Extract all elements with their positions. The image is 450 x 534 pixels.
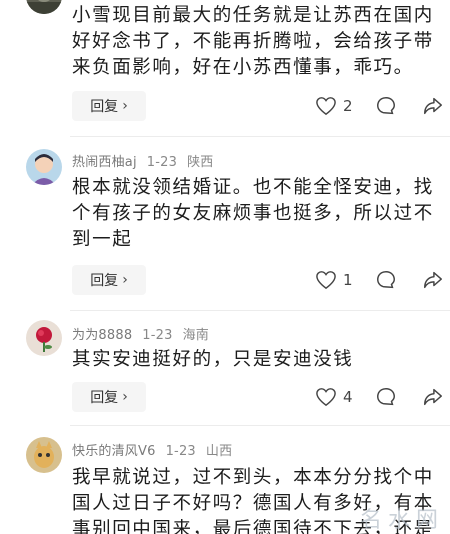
comment-text: 小雪现目前最大的任务就是让苏西在国内好好念书了，不能再折腾啦，会给孩子带来负面影… <box>72 5 434 78</box>
comment-item: 为为8888 1-23 海南 其实安迪挺好的，只是安迪没钱 回复 › 4 <box>0 311 450 431</box>
reply-label: 回复 <box>90 390 119 406</box>
comment-item: 热闹西柚aj 1-23 陕西 根本就没领结婚证。也不能全怪安迪，找个有孩子的女友麻烦… <box>0 137 450 317</box>
comment-button[interactable] <box>375 382 397 412</box>
share-arrow-icon <box>422 95 444 117</box>
like-count: 4 <box>343 388 353 406</box>
reply-button[interactable]: 回复 › <box>72 91 146 121</box>
avatar[interactable] <box>26 437 62 473</box>
chevron-right-icon: › <box>122 98 128 114</box>
comment-meta: 热闹西柚aj 1-23 陕西 <box>72 151 214 170</box>
watermark: 名水网 <box>359 508 444 533</box>
avatar[interactable] <box>26 149 62 185</box>
share-arrow-icon <box>422 386 444 408</box>
avatar[interactable] <box>26 320 62 356</box>
comment-location: 海南 <box>182 328 210 343</box>
username[interactable]: 热闹西柚aj <box>72 155 137 170</box>
heart-icon <box>315 270 337 290</box>
comment-meta: 为为8888 1-23 海南 <box>72 324 209 343</box>
like-button[interactable]: 2 <box>315 91 353 121</box>
comment-bubble-icon <box>375 386 397 408</box>
reply-button[interactable]: 回复 › <box>72 265 146 295</box>
like-button[interactable]: 4 <box>315 382 353 412</box>
reply-button[interactable]: 回复 › <box>72 382 146 412</box>
comment-meta: 快乐的清风V6 1-23 山西 <box>72 440 232 459</box>
heart-icon <box>315 387 337 407</box>
comment-date: 1-23 <box>142 328 173 343</box>
comment-location: 山西 <box>205 444 233 459</box>
chevron-right-icon: › <box>122 389 128 405</box>
comment-location: 陕西 <box>187 155 214 170</box>
share-button[interactable] <box>422 265 444 295</box>
heart-icon <box>315 96 337 116</box>
reply-label: 回复 <box>90 273 119 289</box>
comment-bubble-icon <box>375 95 397 117</box>
comment-date: 1-23 <box>165 444 196 459</box>
comment-date: 1-23 <box>146 155 178 170</box>
username[interactable]: 快乐的清风V6 <box>72 444 156 459</box>
chevron-right-icon: › <box>122 272 128 288</box>
share-button[interactable] <box>422 91 444 121</box>
comment-actions: 2 <box>300 91 450 121</box>
comment-bubble-icon <box>375 269 397 291</box>
comment-text: 其实安迪挺好的，只是安迪没钱 <box>72 349 354 370</box>
like-count: 2 <box>343 97 353 115</box>
comment-actions: 1 <box>300 265 450 295</box>
share-arrow-icon <box>422 269 444 291</box>
share-button[interactable] <box>422 382 444 412</box>
comment-button[interactable] <box>375 265 397 295</box>
username[interactable]: 为为8888 <box>72 328 132 343</box>
comment-button[interactable] <box>375 91 397 121</box>
comment-text: 根本就没领结婚证。也不能全怪安迪，找个有孩子的女友麻烦事也挺多，所以过不到一起 <box>72 177 434 250</box>
like-count: 1 <box>343 271 353 289</box>
like-button[interactable]: 1 <box>315 265 353 295</box>
avatar[interactable] <box>26 0 62 14</box>
reply-label: 回复 <box>90 99 119 115</box>
comment-item: 小雪现目前最大的任务就是让苏西在国内好好念书了，不能再折腾啦，会给孩子带来负面影… <box>0 0 450 130</box>
comment-actions: 4 <box>300 382 450 412</box>
